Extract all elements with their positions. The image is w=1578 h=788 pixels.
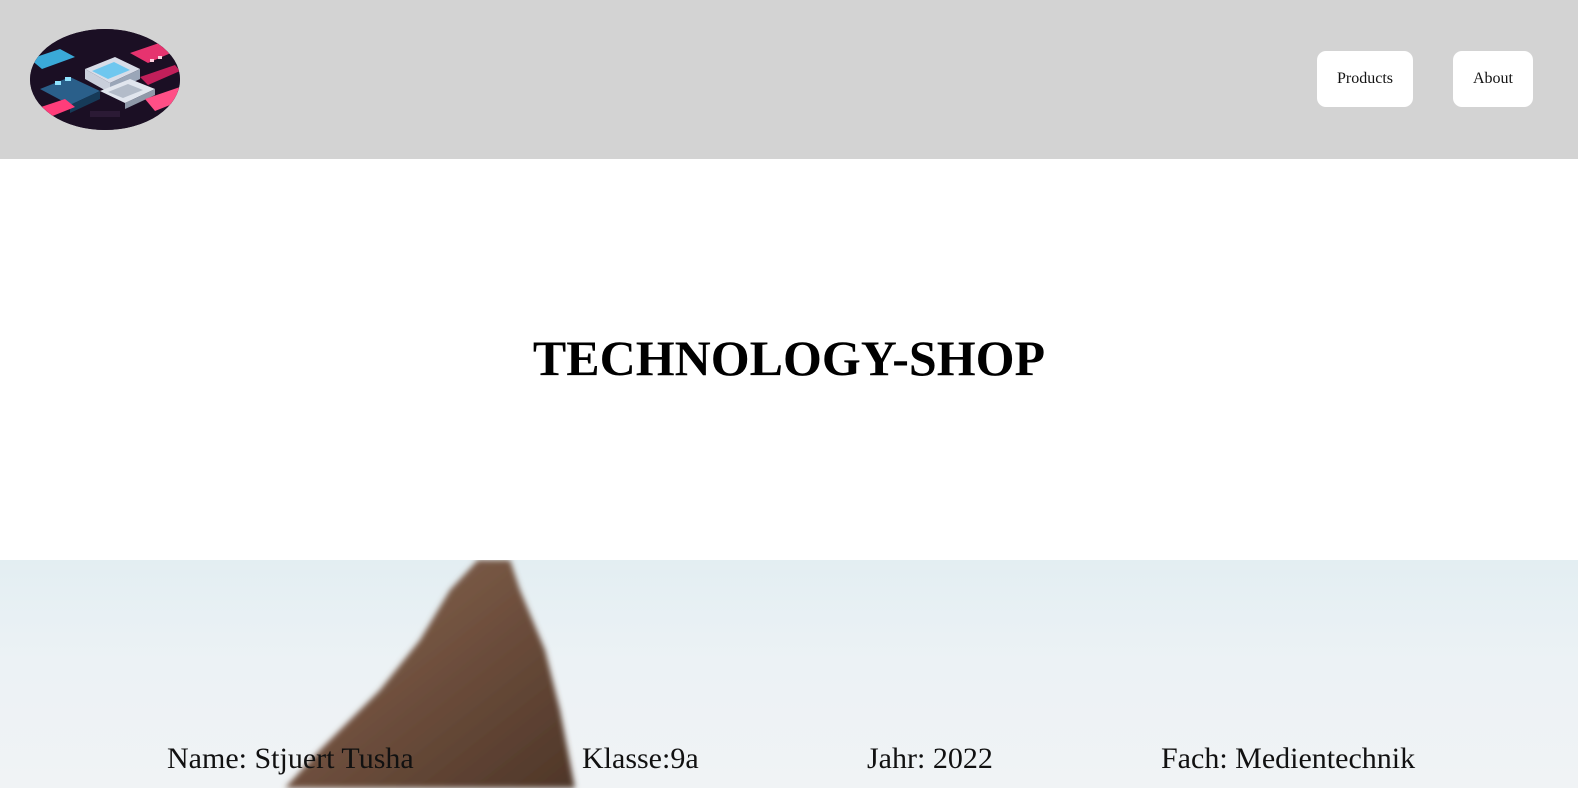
logo[interactable] bbox=[30, 29, 180, 130]
footer-name: Name: Stjuert Tusha bbox=[167, 742, 414, 775]
nav-products-button[interactable]: Products bbox=[1317, 51, 1413, 107]
nav-about-button[interactable]: About bbox=[1453, 51, 1533, 107]
hero-image-section: Name: Stjuert Tusha Klasse:9a Jahr: 2022… bbox=[0, 560, 1578, 788]
footer-klasse: Klasse:9a bbox=[582, 742, 699, 775]
title-section: TECHNOLOGY-SHOP bbox=[0, 159, 1578, 560]
site-header: Products About bbox=[0, 0, 1578, 159]
page-title: TECHNOLOGY-SHOP bbox=[532, 330, 1046, 386]
logo-image bbox=[30, 29, 180, 130]
footer-jahr: Jahr: 2022 bbox=[867, 742, 993, 775]
footer-fach: Fach: Medientechnik bbox=[1161, 742, 1416, 775]
